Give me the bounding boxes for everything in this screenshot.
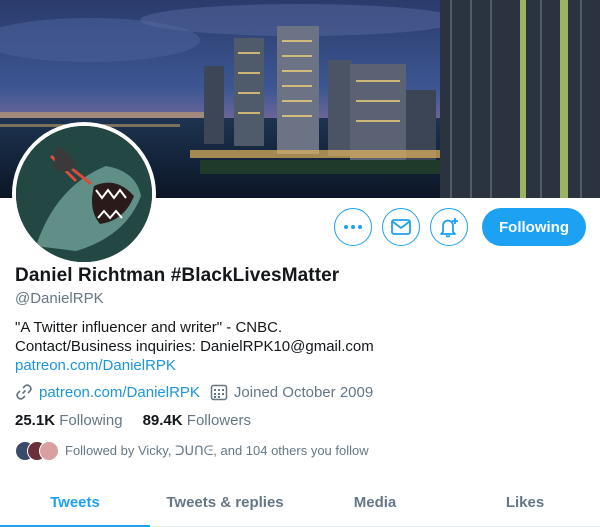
following-button-label: Following [499, 218, 569, 236]
following-count-label: Following [59, 412, 123, 429]
profile-actions: Following [334, 208, 586, 246]
profile-bio: "A Twitter influencer and writer" - CNBC… [15, 318, 374, 375]
profile-tabs: Tweets Tweets & replies Media Likes [0, 478, 600, 527]
follow-counts: 25.1K Following 89.4K Followers [15, 412, 271, 429]
bell-plus-icon [440, 218, 459, 238]
website-link[interactable]: patreon.com/DanielRPK [39, 384, 200, 401]
joined-item: Joined October 2009 [210, 383, 373, 401]
calendar-icon [210, 384, 228, 401]
tab-tweets[interactable]: Tweets [0, 478, 150, 527]
display-name: Daniel Richtman #BlackLivesMatter [15, 265, 340, 286]
profile-meta: patreon.com/DanielRPK Joined October 200… [15, 383, 383, 401]
website-item: patreon.com/DanielRPK [15, 383, 200, 401]
following-count-link[interactable]: 25.1K Following [15, 412, 123, 429]
bio-link[interactable]: patreon.com/DanielRPK [15, 357, 176, 374]
profile-avatar[interactable] [12, 122, 156, 266]
message-button[interactable] [382, 208, 421, 246]
shark-avatar-image [16, 126, 152, 262]
bio-line: Contact/Business inquiries: DanielRPK10@… [15, 338, 374, 355]
following-button[interactable]: Following [482, 208, 586, 246]
notifications-button[interactable] [430, 208, 469, 246]
more-button[interactable] [334, 208, 373, 246]
envelope-icon [391, 219, 411, 235]
tab-media[interactable]: Media [300, 478, 450, 526]
link-icon [16, 384, 32, 400]
joined-date: Joined October 2009 [233, 383, 374, 401]
username-handle: @DanielRPK [15, 290, 104, 307]
follower-avatars [15, 441, 59, 461]
following-count: 25.1K [15, 412, 56, 429]
followers-count-label: Followers [186, 412, 251, 429]
bio-line: "A Twitter influencer and writer" - CNBC… [15, 319, 283, 336]
tab-likes[interactable]: Likes [450, 478, 600, 526]
followers-count: 89.4K [142, 412, 183, 429]
followed-by[interactable]: Followed by Vicky, ᑐᑌᑎᕮ, and 104 others … [15, 441, 369, 461]
avatar [39, 441, 59, 461]
followed-by-text: Followed by Vicky, ᑐᑌᑎᕮ, and 104 others … [65, 443, 369, 458]
more-icon [344, 225, 363, 229]
tab-tweets-replies[interactable]: Tweets & replies [150, 478, 300, 526]
followers-count-link[interactable]: 89.4K Followers [143, 412, 251, 429]
